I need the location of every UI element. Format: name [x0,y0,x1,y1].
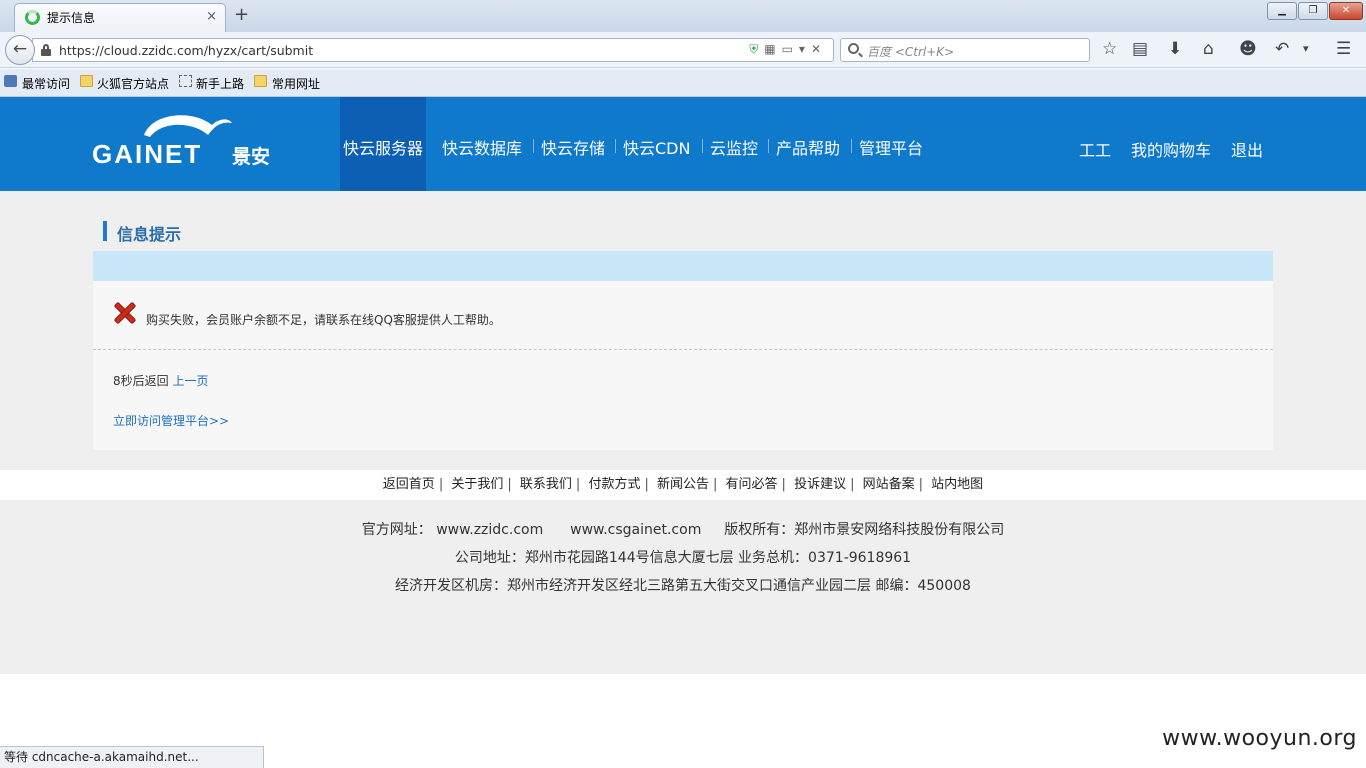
back-button[interactable]: ← [5,35,35,65]
folder-icon [254,75,267,87]
new-tab-button[interactable]: + [234,4,249,25]
bookmark-firefox-sites[interactable]: 火狐官方站点 [97,75,169,92]
lock-icon [41,44,51,56]
footer-line-3: 经济开发区机房：郑州市经济开发区经北三路第五大街交叉口通信产业园二层 邮编：45… [395,578,971,594]
bookmark-star-icon[interactable]: ☆ [1102,40,1117,58]
nav-management-platform[interactable]: 管理平台 [859,135,923,159]
user-name-link[interactable]: 工工 [1079,137,1111,161]
nav-separator [615,139,616,153]
back-link[interactable]: 上一页 [172,374,208,388]
bookmark-common-sites[interactable]: 常用网址 [272,75,320,92]
footer-copyright: 版权所有：郑州市景安网络科技股份有限公司 [724,522,1005,538]
browser-tab-bar: 提示信息 × + ▁ ❐ ✕ [0,0,1366,32]
window-maximize-button[interactable]: ❐ [1298,2,1328,20]
undo-dropdown-icon[interactable]: ▾ [1303,40,1309,58]
search-placeholder: 百度 <Ctrl+K> [867,45,955,59]
home-icon[interactable]: ⌂ [1203,40,1214,58]
footer-link-payment[interactable]: 付款方式 [588,477,640,492]
most-visited-icon [4,75,17,87]
undo-icon[interactable]: ↶ [1275,40,1289,58]
clear-url-icon[interactable]: ✕ [811,42,827,56]
window-minimize-button[interactable]: ▁ [1267,2,1297,20]
nav-separator [768,139,769,153]
url-bar[interactable]: https://cloud.zzidc.com/hyzx/cart/submit… [32,38,834,62]
browser-tab[interactable]: 提示信息 × [14,3,226,32]
footer-link-news[interactable]: 新闻公告 [657,477,709,492]
nav-cloud-storage[interactable]: 快云存储 [541,135,605,159]
search-bar[interactable]: 百度 <Ctrl+K> [840,38,1090,62]
error-x-icon [114,302,136,324]
countdown: 8秒后返回 上一页 [113,372,208,389]
bookmark-getting-started[interactable]: 新手上路 [196,75,244,92]
browser-nav-bar: https://cloud.zzidc.com/hyzx/cart/submit… [0,32,1366,68]
footer-url-2[interactable]: www.csgainet.com [570,522,701,538]
footer-link-contact[interactable]: 联系我们 [520,477,572,492]
countdown-text: 8秒后返回 [113,374,169,388]
tab-close-icon[interactable]: × [206,9,217,24]
url-bar-icons: ⛨▦▭▾✕ [749,42,827,57]
reader-view-icon[interactable]: ▭ [782,42,799,56]
nav-cloud-database[interactable]: 快云数据库 [442,135,522,159]
footer-link-faq[interactable]: 有问必答 [726,477,778,492]
footer-site-label: 官方网址： [361,522,432,538]
bookmark-most-visited[interactable]: 最常访问 [22,75,70,92]
nav-product-help[interactable]: 产品帮助 [776,135,840,159]
logo-text: GAINET [92,139,202,169]
footer-link-about[interactable]: 关于我们 [451,477,503,492]
loading-spinner-icon [25,10,40,25]
chat-icon[interactable]: ☻ [1239,40,1257,58]
logo-cn-text: 景安 [232,145,270,168]
footer-link-complaints[interactable]: 投诉建议 [794,477,846,492]
bookmarks-bar: 最常访问 火狐官方站点 新手上路 常用网址 [0,69,1366,97]
nav-cloud-monitor[interactable]: 云监控 [710,135,758,159]
search-icon [848,43,859,54]
nav-separator [851,139,852,153]
url-text[interactable]: https://cloud.zzidc.com/hyzx/cart/submit [59,43,313,58]
page-title: 信息提示 [117,225,182,244]
footer-line-1: 官方网址： www.zzidc.com www.csgainet.com 版权所… [0,519,1366,539]
manage-platform-link[interactable]: 立即访问管理平台>> [113,412,229,429]
shopping-cart-link[interactable]: 我的购物车 [1131,137,1211,161]
message-box [93,281,1273,450]
footer-links: 返回首页 | 关于我们 | 联系我们 | 付款方式 | 新闻公告 | 有问必答 | 投诉建议… [0,470,1366,500]
qr-code-icon[interactable]: ▦ [764,42,781,56]
folder-icon [80,75,93,87]
logout-link[interactable]: 退出 [1231,137,1263,161]
shield-icon[interactable]: ⛨ [749,42,764,56]
footer-link-home[interactable]: 返回首页 [383,477,435,492]
new-user-icon [179,75,192,87]
gainet-logo[interactable]: GAINET 景安 [92,111,282,171]
nav-separator [702,139,703,153]
window-close-button[interactable]: ✕ [1329,2,1363,20]
download-icon[interactable]: ⬇ [1168,40,1182,58]
nav-cloud-server[interactable]: 快云服务器 [343,135,423,159]
message-banner [93,251,1273,281]
divider [93,349,1273,350]
watermark-text: www.wooyun.org [1162,726,1357,751]
error-message: 购买失败，会员账户余额不足，请联系在线QQ客服提供人工帮助。 [146,313,501,327]
footer-link-icp[interactable]: 网站备案 [863,477,915,492]
status-bar: 等待 cdncache-a.akamaihd.net... [0,746,264,768]
footer-link-sitemap[interactable]: 站内地图 [931,477,983,492]
dropdown-icon[interactable]: ▾ [799,42,811,56]
menu-icon[interactable]: ☰ [1336,40,1351,58]
nav-cloud-cdn[interactable]: 快云CDN [623,135,690,159]
bookmarks-menu-icon[interactable]: ▤ [1132,40,1148,58]
title-accent-bar [103,221,107,241]
tab-title: 提示信息 [47,11,96,25]
footer-info: 官方网址： www.zzidc.com www.csgainet.com 版权所… [0,500,1366,674]
site-header: GAINET 景安 快云服务器 快云数据库 快云存储 快云CDN 云监控 产品帮… [0,97,1366,191]
footer-url-1[interactable]: www.zzidc.com [436,522,543,538]
nav-separator [533,139,534,153]
footer-line-2: 公司地址：郑州市花园路144号信息大厦七层 业务总机：0371-9618961 [454,550,912,566]
